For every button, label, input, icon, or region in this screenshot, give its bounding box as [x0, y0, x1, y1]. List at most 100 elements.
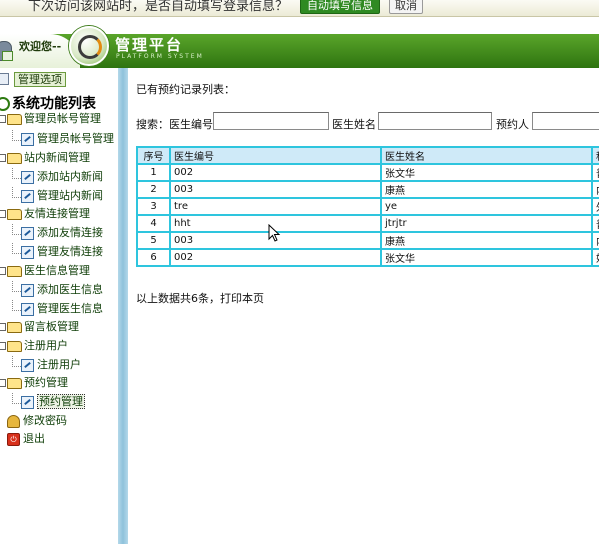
table-row[interactable]: 3 tre ye 外	[136, 197, 599, 216]
table-row[interactable]: 4 hht jtrjtr 普	[136, 214, 599, 233]
key-icon	[7, 414, 20, 428]
tree-line	[12, 281, 21, 292]
tree-line	[12, 243, 21, 254]
table-cell: 3	[136, 197, 171, 216]
tree-leaf-label: 管理医生信息	[37, 302, 103, 315]
edit-page-icon	[21, 189, 34, 203]
folder-icon	[7, 377, 22, 389]
tree-line	[12, 168, 21, 179]
cancel-button[interactable]: 取消	[389, 0, 423, 14]
tree-node-label: 友情连接管理	[24, 207, 90, 220]
table-cell: 外	[591, 197, 599, 216]
tree-node-label: 管理员帐号管理	[24, 112, 101, 125]
table-cell: 普	[591, 163, 599, 182]
table-cell: 003	[169, 180, 382, 199]
table-cell: tre	[169, 197, 382, 216]
booker-label: 预约人	[496, 118, 529, 131]
tree-leaf-label: 管理友情连接	[37, 245, 103, 258]
doctor-name-input[interactable]	[378, 112, 492, 130]
collapse-icon[interactable]	[0, 323, 6, 331]
edit-page-icon	[21, 170, 34, 184]
tree-node-links[interactable]: 友情连接管理	[0, 205, 90, 223]
platform-title: 管理平台	[115, 36, 184, 54]
edit-page-icon	[21, 132, 34, 146]
list-title: 已有预约记录列表：	[136, 83, 235, 96]
doctor-no-input[interactable]	[213, 112, 329, 130]
table-cell: 张文华	[380, 163, 593, 182]
welcome-text: 欢迎您--	[19, 40, 62, 53]
table-row[interactable]: 2 003 康燕 内	[136, 180, 599, 199]
record-count-footer[interactable]: 以上数据共6条，打印本页	[136, 290, 264, 306]
table-cell: 普	[591, 214, 599, 233]
tree-leaf-admin-account-manage[interactable]: 管理员帐号管理	[12, 130, 114, 148]
collapse-icon[interactable]	[0, 342, 6, 350]
table-cell: 002	[169, 248, 382, 267]
folder-icon	[7, 152, 22, 164]
collapse-icon[interactable]	[0, 210, 6, 218]
change-password-link[interactable]: 修改密码	[7, 412, 67, 430]
change-password-label: 修改密码	[23, 414, 67, 427]
tree-node-label: 医生信息管理	[24, 264, 90, 277]
sidebar: 管理选项 系统功能列表 管理员帐号管理 管理员帐号管理 站内新闻管理 添加站内新…	[0, 68, 119, 544]
autofill-button[interactable]: 自动填写信息	[300, 0, 380, 14]
edit-page-icon	[21, 302, 34, 316]
logout-link[interactable]: ⏻ 退出	[7, 430, 45, 448]
tree-line	[12, 393, 21, 404]
table-cell: 内	[591, 180, 599, 199]
sidebar-splitter[interactable]	[118, 68, 128, 544]
tree-leaf-registered-users[interactable]: 注册用户	[12, 356, 81, 374]
tree-node-doctor-info[interactable]: 医生信息管理	[0, 262, 90, 280]
collapse-icon[interactable]	[0, 154, 6, 162]
logout-label: 退出	[23, 432, 45, 445]
table-cell: 康燕	[380, 180, 593, 199]
table-row[interactable]: 1 002 张文华 普	[136, 163, 599, 182]
table-cell: 2	[136, 180, 171, 199]
collapse-icon[interactable]	[0, 115, 6, 123]
tree-node-news[interactable]: 站内新闻管理	[0, 149, 90, 167]
folder-icon	[7, 113, 22, 125]
tree-leaf-label: 管理员帐号管理	[37, 132, 114, 145]
edit-page-icon	[21, 358, 34, 372]
tree-node-registered-users[interactable]: 注册用户	[0, 337, 68, 355]
tree-root-icon	[0, 97, 10, 111]
tree-node-label: 预约管理	[24, 376, 68, 389]
tree-leaf-label: 添加友情连接	[37, 226, 103, 239]
table-cell: 张文华	[380, 248, 593, 267]
table-row[interactable]: 6 002 张文华 妇	[136, 248, 599, 267]
tree-leaf-booking-manage[interactable]: 预约管理	[12, 393, 85, 411]
tree-leaf-label: 添加站内新闻	[37, 170, 103, 183]
column-header: 医生姓名	[380, 146, 593, 165]
tree-node-label: 留言板管理	[24, 320, 79, 333]
tree-leaf-add-link[interactable]: 添加友情连接	[12, 224, 103, 242]
column-header: 医生编号	[169, 146, 382, 165]
table-cell: 妇	[591, 248, 599, 267]
table-row[interactable]: 5 003 康燕 内	[136, 231, 599, 250]
table-cell: 内	[591, 231, 599, 250]
booker-input[interactable]	[532, 112, 599, 130]
folder-icon	[7, 265, 22, 277]
table-cell: 6	[136, 248, 171, 267]
tree-leaf-manage-doctor[interactable]: 管理医生信息	[12, 300, 103, 318]
collapse-icon[interactable]	[0, 379, 6, 387]
collapse-icon[interactable]	[0, 267, 6, 275]
tree-leaf-manage-links[interactable]: 管理友情连接	[12, 243, 103, 261]
tree-line	[12, 130, 21, 141]
user-badge-icon	[2, 51, 13, 61]
logo-icon	[69, 26, 109, 66]
tree-leaf-manage-news[interactable]: 管理站内新闻	[12, 187, 103, 205]
tree-node-label: 注册用户	[24, 339, 68, 352]
tree-leaf-add-news[interactable]: 添加站内新闻	[12, 168, 103, 186]
tree-leaf-add-doctor[interactable]: 添加医生信息	[12, 281, 103, 299]
tree-line	[12, 224, 21, 235]
tree-line	[12, 356, 21, 367]
folder-icon	[7, 208, 22, 220]
tree-leaf-label: 添加医生信息	[37, 283, 103, 296]
tree-node-admin-account[interactable]: 管理员帐号管理	[0, 110, 101, 128]
mouse-cursor-icon	[268, 224, 281, 242]
table-cell: 康燕	[380, 231, 593, 250]
edit-page-icon	[21, 226, 34, 240]
booking-table: 序号 医生编号 医生姓名 科 1 002 张文华 普 2 003 康燕 内 3 …	[136, 146, 599, 267]
tree-node-booking[interactable]: 预约管理	[0, 374, 68, 392]
tree-node-guestbook[interactable]: 留言板管理	[0, 318, 79, 336]
tree-node-label: 站内新闻管理	[24, 151, 90, 164]
